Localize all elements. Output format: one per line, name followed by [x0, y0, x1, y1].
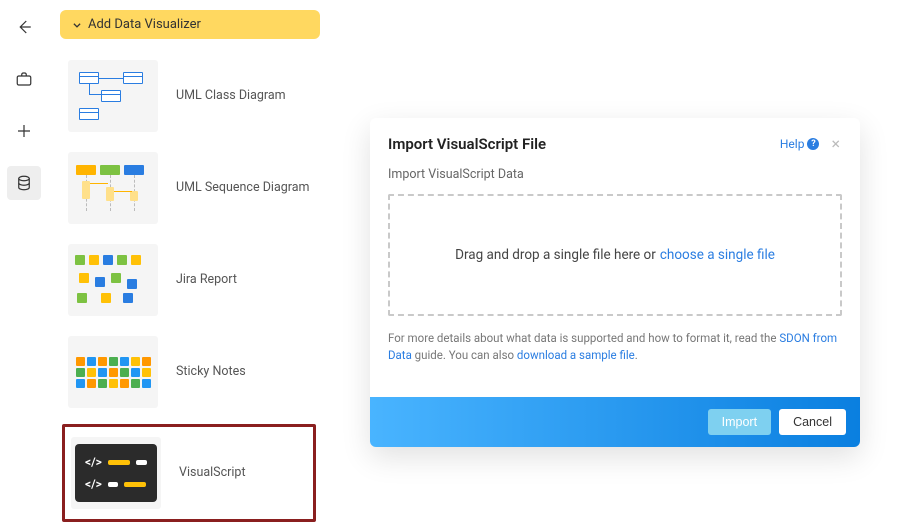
item-label: UML Class Diagram [176, 88, 286, 105]
details-middle: guide. You can also [412, 348, 517, 362]
details-text: For more details about what data is supp… [388, 330, 842, 365]
thumb-uml-sequence [68, 152, 158, 224]
visualizer-item-visualscript[interactable]: </> </> VisualScript [62, 424, 316, 522]
add-button[interactable] [7, 114, 41, 148]
visualizer-item-jira[interactable]: Jira Report [62, 234, 316, 326]
details-prefix: For more details about what data is supp… [388, 331, 779, 345]
back-button[interactable] [7, 10, 41, 44]
toolbox-button[interactable] [7, 62, 41, 96]
thumb-jira [68, 244, 158, 316]
visualizer-item-uml-sequence[interactable]: UML Sequence Diagram [62, 142, 316, 234]
help-link[interactable]: Help ? [780, 137, 820, 151]
thumb-visualscript: </> </> [71, 437, 161, 509]
modal-footer: Import Cancel [370, 397, 860, 447]
arrow-left-icon [15, 18, 33, 36]
modal-subtitle: Import VisualScript Data [388, 167, 842, 182]
item-label: UML Sequence Diagram [176, 180, 310, 197]
modal-title: Import VisualScript File [388, 135, 546, 153]
plus-icon [15, 122, 33, 140]
visualizer-item-uml-class[interactable]: UML Class Diagram [62, 50, 316, 142]
item-label: VisualScript [179, 465, 246, 482]
visualizer-item-sticky[interactable]: Sticky Notes [62, 326, 316, 418]
cancel-button[interactable]: Cancel [779, 409, 846, 435]
item-label: Jira Report [176, 272, 237, 289]
modal-header: Import VisualScript File Help ? × [370, 118, 860, 163]
help-label: Help [780, 137, 805, 151]
dropzone-text: Drag and drop a single file here or [455, 247, 656, 263]
item-label: Sticky Notes [176, 364, 246, 381]
panel-title: Add Data Visualizer [88, 17, 201, 32]
visualizer-panel: Add Data Visualizer UML Class Diagram [60, 0, 320, 528]
help-icon: ? [807, 138, 819, 150]
close-icon[interactable]: × [829, 134, 842, 153]
briefcase-icon [15, 70, 33, 88]
file-dropzone[interactable]: Drag and drop a single file here or choo… [388, 194, 842, 316]
database-icon [15, 174, 33, 192]
thumb-uml-class [68, 60, 158, 132]
import-visualscript-modal: Import VisualScript File Help ? × Import… [370, 118, 860, 447]
thumb-sticky [68, 336, 158, 408]
choose-file-link[interactable]: choose a single file [660, 247, 775, 263]
left-rail [0, 0, 48, 528]
download-sample-link[interactable]: download a sample file [517, 348, 635, 362]
panel-header[interactable]: Add Data Visualizer [60, 10, 320, 39]
panel-scroll[interactable]: UML Class Diagram UML Sequence Diagram [60, 42, 320, 528]
details-suffix: . [635, 348, 638, 362]
chevron-down-icon [72, 20, 82, 30]
modal-body: Import VisualScript Data Drag and drop a… [370, 163, 860, 379]
data-button[interactable] [7, 166, 41, 200]
import-button[interactable]: Import [708, 409, 771, 435]
